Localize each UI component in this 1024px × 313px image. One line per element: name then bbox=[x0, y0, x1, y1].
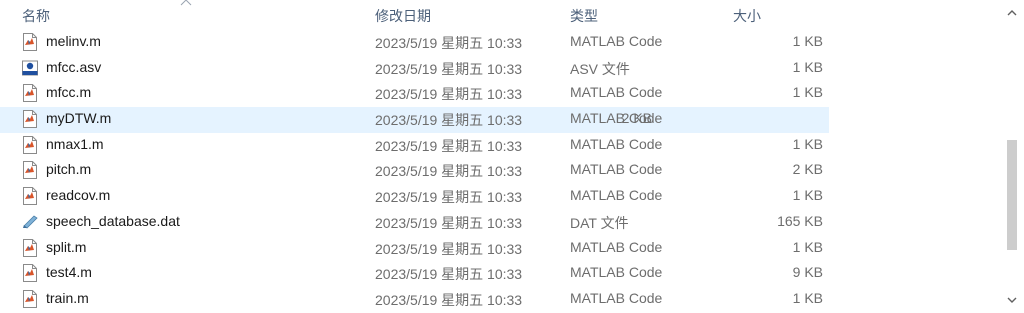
column-header-size[interactable]: 大小 bbox=[733, 6, 761, 26]
file-row[interactable]: readcov.m 2023/5/19 星期五 10:33 MATLAB Code 1… bbox=[0, 184, 1000, 210]
file-type: MATLAB Code bbox=[570, 161, 663, 178]
file-date: 2023/5/19 星期五 10:33 bbox=[375, 163, 523, 180]
file-size: 2 KB bbox=[792, 161, 823, 178]
file-row[interactable]: speech_database.dat 2023/5/19 星期五 10:33 DA… bbox=[0, 210, 1000, 236]
column-header-bar: 名称 修改日期 类型 大小 bbox=[0, 0, 1000, 30]
matlab-file-icon bbox=[22, 135, 38, 154]
file-row[interactable]: myDTW.m 2023/5/19 星期五 10:33 MATLAB Code 2 K… bbox=[0, 107, 829, 133]
file-date: 2023/5/19 星期五 10:33 bbox=[375, 35, 523, 51]
file-name: mfcc.m bbox=[46, 84, 92, 101]
file-row[interactable]: nmax1.m 2023/5/19 星期五 10:33 MATLAB Code 1 K… bbox=[0, 133, 1000, 159]
asv-file-icon bbox=[22, 59, 38, 77]
file-list: melinv.m 2023/5/19 星期五 10:33 MATLAB Code 1 … bbox=[0, 30, 1000, 313]
file-size: 1 KB bbox=[792, 135, 823, 152]
file-name: melinv.m bbox=[46, 33, 101, 49]
file-size: 1 KB bbox=[792, 187, 823, 204]
matlab-file-icon bbox=[22, 238, 38, 257]
matlab-file-icon bbox=[22, 187, 38, 206]
scroll-up-arrow-icon[interactable] bbox=[1006, 8, 1018, 18]
matlab-file-icon bbox=[22, 161, 38, 180]
file-name: split.m bbox=[46, 238, 87, 255]
matlab-file-icon bbox=[22, 264, 38, 283]
file-row[interactable]: train.m 2023/5/19 星期五 10:33 MATLAB Code 1 K… bbox=[0, 287, 1000, 313]
file-type: DAT 文件 bbox=[570, 214, 629, 231]
file-name: mfcc.asv bbox=[46, 58, 102, 75]
scrollbar-thumb[interactable] bbox=[1007, 140, 1017, 250]
file-name: pitch.m bbox=[46, 161, 92, 178]
file-row[interactable]: mfcc.m 2023/5/19 星期五 10:33 MATLAB Code 1 KB bbox=[0, 81, 1000, 107]
matlab-file-icon bbox=[22, 33, 38, 51]
file-name: test4.m bbox=[46, 264, 92, 281]
file-size: 1 KB bbox=[792, 58, 823, 75]
file-name: nmax1.m bbox=[46, 135, 104, 152]
file-type: MATLAB Code bbox=[570, 289, 663, 306]
file-type: MATLAB Code bbox=[570, 135, 663, 152]
file-date: 2023/5/19 星期五 10:33 bbox=[375, 60, 523, 77]
file-date: 2023/5/19 星期五 10:33 bbox=[375, 86, 523, 103]
file-size: 1 KB bbox=[792, 84, 823, 101]
file-row[interactable]: split.m 2023/5/19 星期五 10:33 MATLAB Code 1 K… bbox=[0, 236, 1000, 262]
column-header-date[interactable]: 修改日期 bbox=[375, 6, 431, 26]
column-header-name[interactable]: 名称 bbox=[22, 6, 50, 26]
file-date: 2023/5/19 星期五 10:33 bbox=[375, 214, 523, 231]
matlab-file-icon bbox=[22, 289, 38, 308]
file-size: 9 KB bbox=[792, 264, 823, 281]
file-size: 1 KB bbox=[792, 33, 823, 49]
file-type: MATLAB Code bbox=[570, 187, 663, 204]
scroll-down-arrow-icon[interactable] bbox=[1006, 295, 1018, 305]
file-row[interactable]: melinv.m 2023/5/19 星期五 10:33 MATLAB Code 1 … bbox=[0, 30, 1000, 56]
matlab-file-icon bbox=[22, 110, 38, 129]
file-name: train.m bbox=[46, 289, 89, 306]
file-type: MATLAB Code bbox=[570, 33, 663, 49]
file-size: 1 KB bbox=[792, 289, 823, 306]
file-type: MATLAB Code bbox=[570, 84, 663, 101]
dat-file-icon bbox=[22, 213, 38, 231]
file-row[interactable]: mfcc.asv 2023/5/19 星期五 10:33 ASV 文件 1 KB bbox=[0, 56, 1000, 82]
file-row[interactable]: pitch.m 2023/5/19 星期五 10:33 MATLAB Code 2 K… bbox=[0, 158, 1000, 184]
file-size: 165 KB bbox=[777, 212, 823, 229]
file-size: 2 KB bbox=[621, 110, 652, 127]
file-date: 2023/5/19 星期五 10:33 bbox=[375, 189, 523, 206]
file-type: ASV 文件 bbox=[570, 60, 630, 77]
file-type: MATLAB Code bbox=[570, 238, 663, 255]
file-type: MATLAB Code bbox=[570, 264, 663, 281]
vertical-scrollbar[interactable] bbox=[1000, 0, 1024, 311]
file-name: myDTW.m bbox=[46, 110, 112, 127]
column-header-type[interactable]: 类型 bbox=[570, 6, 598, 26]
file-date: 2023/5/19 星期五 10:33 bbox=[375, 240, 523, 257]
file-date: 2023/5/19 星期五 10:33 bbox=[375, 291, 523, 308]
sort-ascending-icon bbox=[180, 0, 192, 6]
matlab-file-icon bbox=[22, 84, 38, 103]
file-date: 2023/5/19 星期五 10:33 bbox=[375, 137, 523, 154]
file-row[interactable]: test4.m 2023/5/19 星期五 10:33 MATLAB Code 9 K… bbox=[0, 261, 1000, 287]
file-name: readcov.m bbox=[46, 187, 111, 204]
file-size: 1 KB bbox=[792, 238, 823, 255]
file-name: speech_database.dat bbox=[46, 212, 180, 229]
file-date: 2023/5/19 星期五 10:33 bbox=[375, 266, 523, 283]
file-date: 2023/5/19 星期五 10:33 bbox=[375, 112, 523, 129]
